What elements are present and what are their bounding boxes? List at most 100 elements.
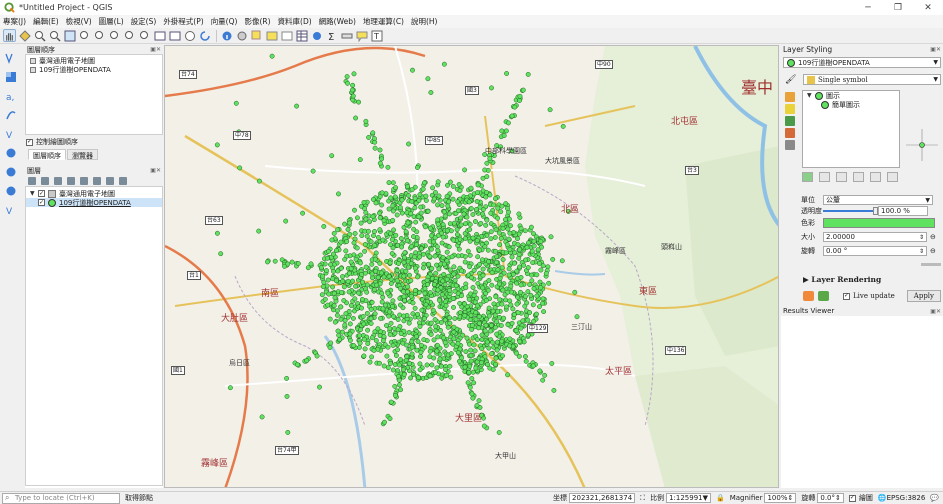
live-update-checkbox[interactable]: ✓: [843, 292, 850, 300]
renderer-selector[interactable]: Single symbol ▼: [803, 74, 941, 85]
coordinate-input[interactable]: 202321,2681374: [569, 493, 636, 503]
layer-item[interactable]: ✓ 109行道樹OPENDATA: [26, 198, 162, 207]
add-group-icon[interactable]: [41, 176, 49, 185]
magnifier-input[interactable]: 100% ⇕: [764, 493, 797, 503]
opacity-slider[interactable]: [823, 207, 878, 215]
menu-settings[interactable]: 設定(S): [131, 16, 157, 27]
duplicate-icon[interactable]: [853, 172, 864, 182]
menu-processing[interactable]: 地理運算(C): [363, 16, 404, 27]
spinner-icon[interactable]: ⇕: [919, 234, 924, 241]
menu-edit[interactable]: 編輯(E): [33, 16, 59, 27]
lock-icon[interactable]: [836, 172, 847, 182]
filter-legend-icon[interactable]: [67, 176, 75, 185]
pan-icon[interactable]: [3, 29, 16, 42]
rotation-input[interactable]: 0.0° ⇕: [817, 493, 844, 503]
checkbox-check-icon[interactable]: ✓: [26, 138, 33, 146]
manage-theme-icon[interactable]: [54, 176, 62, 185]
tab-browser[interactable]: 瀏覽器: [67, 149, 98, 160]
panel-close-icon[interactable]: ▣✕: [150, 46, 163, 53]
add-wms-layer-icon[interactable]: [4, 146, 18, 160]
menu-plugins[interactable]: 外掛程式(P): [163, 16, 203, 27]
expand-arrow-icon[interactable]: ▼: [807, 92, 815, 99]
style-brush-icon[interactable]: 🖌: [785, 75, 796, 85]
map-canvas[interactable]: 臺中 北區 東區 南區 大肚區 北屯區 太平區 大里區 霧峰區 中部科學園區 大…: [164, 45, 779, 488]
move-down-icon[interactable]: [887, 172, 898, 182]
statistics-icon[interactable]: Σ: [325, 29, 338, 42]
add-raster-layer-icon[interactable]: [4, 70, 18, 84]
pan-to-selection-icon[interactable]: [18, 29, 31, 42]
opacity-input[interactable]: 100.0 %: [878, 206, 928, 216]
add-xyz-layer-icon[interactable]: V: [4, 203, 18, 217]
render-checkbox[interactable]: ✓ 繪圖: [848, 493, 873, 503]
layer-selector[interactable]: 109行道樹OPENDATA ▼: [783, 57, 941, 68]
layer-visibility-checkbox[interactable]: ✓: [38, 199, 45, 206]
add-symbol-layer-icon[interactable]: [802, 172, 813, 182]
extents-toggle-icon[interactable]: ⛶: [640, 494, 645, 503]
size-input[interactable]: 2.00000 ⇕: [823, 232, 927, 242]
text-annotation-icon[interactable]: T: [370, 29, 383, 42]
remove-layer-icon[interactable]: [119, 176, 127, 185]
expand-arrow-icon[interactable]: ▼: [30, 190, 38, 197]
panel-close-icon[interactable]: ▣✕: [930, 308, 943, 315]
redo-icon[interactable]: [818, 291, 829, 301]
refresh-icon[interactable]: [198, 29, 211, 42]
menu-view[interactable]: 檢視(V): [66, 16, 92, 27]
layer-order-item[interactable]: 109行道樹OPENDATA: [26, 65, 162, 74]
lock-scale-icon[interactable]: 🔒: [716, 494, 725, 502]
crs-button[interactable]: 🌐 EPSG:3826: [878, 494, 925, 502]
undo-icon[interactable]: [803, 291, 814, 301]
identify-icon[interactable]: [220, 29, 233, 42]
zoom-selection-icon[interactable]: [78, 29, 91, 42]
zoom-in-icon[interactable]: [33, 29, 46, 42]
locator-search-input[interactable]: Type to locate (Ctrl+K): [2, 492, 120, 504]
symbology-tab-icon[interactable]: [785, 92, 795, 102]
color-button[interactable]: [823, 218, 935, 228]
panel-close-icon[interactable]: ▣✕: [930, 46, 943, 53]
add-delimited-text-icon[interactable]: a,: [4, 89, 18, 103]
unit-select[interactable]: 公釐 ▼: [823, 195, 933, 205]
menu-database[interactable]: 資料庫(D): [278, 16, 312, 27]
close-button[interactable]: ✕: [913, 3, 943, 13]
scrollbar[interactable]: [921, 263, 941, 266]
open-styling-icon[interactable]: [28, 176, 36, 185]
3d-view-tab-icon[interactable]: [785, 128, 795, 138]
select-features-icon[interactable]: [250, 29, 263, 42]
zoom-next-icon[interactable]: [138, 29, 151, 42]
collapse-all-icon[interactable]: [106, 176, 114, 185]
actions-icon[interactable]: [235, 29, 248, 42]
scale-input[interactable]: 1:125991 ▼: [666, 493, 711, 503]
new-3d-map-icon[interactable]: [168, 29, 181, 42]
menu-help[interactable]: 說明(H): [411, 16, 438, 27]
zoom-last-icon[interactable]: [123, 29, 136, 42]
zoom-layer-icon[interactable]: [93, 29, 106, 42]
add-wfs-layer-icon[interactable]: [4, 165, 18, 179]
layer-visibility-checkbox[interactable]: ✓: [38, 190, 45, 197]
history-tab-icon[interactable]: [785, 140, 795, 150]
deselect-icon[interactable]: [280, 29, 293, 42]
add-wcs-layer-icon[interactable]: [4, 184, 18, 198]
menu-layer[interactable]: 圖層(L): [99, 16, 124, 27]
zoom-native-icon[interactable]: [108, 29, 121, 42]
menu-project[interactable]: 專案(J): [3, 16, 26, 27]
select-value-icon[interactable]: [265, 29, 278, 42]
zoom-full-icon[interactable]: [63, 29, 76, 42]
masks-tab-icon[interactable]: [785, 116, 795, 126]
map-tips-icon[interactable]: [355, 29, 368, 42]
control-rendering-order-checkbox[interactable]: ✓ 控制繪圖順序: [26, 137, 163, 147]
add-vector-layer-icon[interactable]: [4, 51, 18, 65]
spinner-icon[interactable]: ⇕: [919, 248, 924, 255]
add-virtual-layer-icon[interactable]: V: [4, 127, 18, 141]
rotation-input[interactable]: 0.00 ° ⇕: [823, 246, 927, 256]
menu-web[interactable]: 網路(Web): [319, 16, 356, 27]
tab-layer-order[interactable]: 圖層順序: [28, 149, 66, 160]
data-defined-override-icon[interactable]: ⊖: [930, 233, 936, 241]
panel-close-icon[interactable]: ▣✕: [150, 167, 163, 174]
slider-handle[interactable]: [873, 207, 878, 215]
temporal-controller-icon[interactable]: [183, 29, 196, 42]
maximize-button[interactable]: ❐: [883, 3, 913, 13]
minimize-button[interactable]: ─: [853, 3, 883, 13]
menu-vector[interactable]: 向量(Q): [211, 16, 238, 27]
labels-tab-icon[interactable]: [785, 104, 795, 114]
expand-all-icon[interactable]: [93, 176, 101, 185]
apply-button[interactable]: Apply: [906, 290, 941, 302]
